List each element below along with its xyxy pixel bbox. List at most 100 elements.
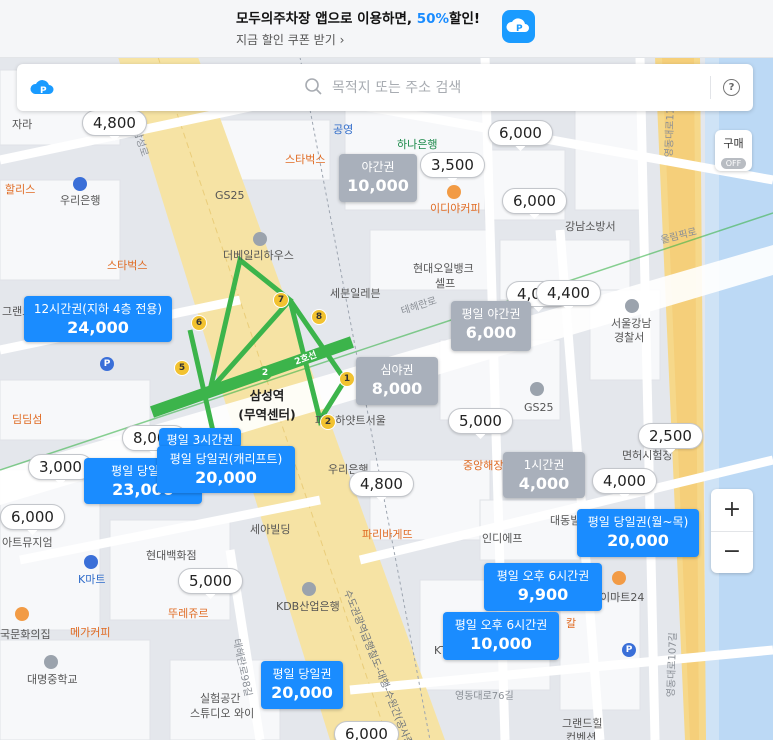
station-name-line2: (무역센터) bbox=[238, 407, 296, 422]
road-yeongdong-76gil: 영동대로76길 bbox=[455, 691, 514, 702]
poi-culture-house[interactable]: 국문화의집 bbox=[0, 626, 51, 642]
poi-ediya[interactable]: 이디야커피 bbox=[430, 200, 481, 216]
poi-sea-building[interactable]: 세아빌딩 bbox=[250, 521, 290, 537]
promo-title-suffix: 할인! bbox=[449, 11, 481, 27]
ticket-card[interactable]: 평일 3시간권 bbox=[159, 428, 241, 448]
poi-gs25-2[interactable]: GS25 bbox=[524, 401, 554, 414]
poi-studio-y: 스튜디오 와이 bbox=[190, 707, 255, 720]
ticket-card[interactable]: 심야권 8,000 bbox=[356, 357, 438, 405]
ticket-price: 24,000 bbox=[67, 318, 129, 337]
line-2-icon: 2 bbox=[258, 366, 272, 380]
poi-experiment-space[interactable]: 실험공간 bbox=[200, 690, 240, 706]
price-pin[interactable]: 5,000 bbox=[448, 408, 513, 434]
ticket-card[interactable]: 평일 오후 6시간권 9,900 bbox=[484, 563, 602, 611]
poi-license-office[interactable]: 면허시험장 bbox=[622, 447, 673, 463]
parking-icon[interactable]: P bbox=[622, 643, 636, 657]
price-pin[interactable]: 4,000 bbox=[592, 468, 657, 494]
ticket-name: 평일 당일권 bbox=[272, 667, 332, 681]
poi-starbucks-1[interactable]: 스타벅스 bbox=[285, 151, 325, 167]
poi-paris-baguette[interactable]: 파리바게뜨 bbox=[362, 526, 413, 542]
app-logo-icon[interactable]: P bbox=[502, 10, 535, 43]
ticket-card[interactable]: 12시간권(지하 4층 전용) 24,000 bbox=[24, 296, 172, 342]
help-icon[interactable]: ? bbox=[723, 79, 740, 96]
mart-icon bbox=[84, 555, 98, 569]
poi-hyundai-department[interactable]: 현대백화점 bbox=[146, 547, 197, 563]
promo-discount: 50% bbox=[416, 11, 450, 27]
zoom-out-button[interactable]: − bbox=[711, 531, 753, 573]
station-name[interactable]: 삼성역 (무역센터) bbox=[232, 385, 302, 423]
ticket-card[interactable]: 야간권 10,000 bbox=[339, 154, 417, 202]
poi-the-bailey-house[interactable]: 더베일리하우스 bbox=[223, 247, 294, 263]
ticket-name: 평일 야간권 bbox=[461, 307, 521, 321]
poi-kdb-bank[interactable]: KDB산업은행 bbox=[276, 598, 340, 614]
price-pin[interactable]: 4,800 bbox=[349, 471, 414, 497]
poi-hollys[interactable]: 할리스 bbox=[5, 181, 35, 197]
ticket-name: 평일 당일권(월~목) bbox=[587, 515, 689, 529]
search-divider bbox=[710, 76, 711, 99]
poi-knife[interactable]: 칼 bbox=[566, 615, 576, 631]
parking-icon[interactable]: P bbox=[100, 357, 114, 371]
buy-toggle[interactable]: 구매 OFF bbox=[715, 130, 752, 171]
price-pin[interactable]: 4,800 bbox=[82, 110, 147, 136]
poi-zara[interactable]: 자라 bbox=[12, 116, 32, 132]
search-bar[interactable]: P 목적지 또는 주소 검색 ? bbox=[17, 64, 753, 111]
exit-2-icon[interactable]: 2 bbox=[320, 414, 336, 430]
poi-seven-eleven[interactable]: 세븐일레븐 bbox=[330, 285, 381, 301]
ticket-name: 평일 오후 6시간권 bbox=[454, 618, 548, 632]
exit-5-icon[interactable]: 5 bbox=[174, 360, 190, 376]
price-pin[interactable]: 4,400 bbox=[536, 280, 601, 306]
poi-indief[interactable]: 인디에프 bbox=[482, 530, 522, 546]
ticket-card[interactable]: 평일 야간권 6,000 bbox=[451, 301, 531, 351]
ticket-name: 1시간권 bbox=[523, 458, 565, 472]
promo-coupon-link[interactable]: 지금 할인 쿠폰 받기 › bbox=[236, 31, 344, 48]
price-pin[interactable]: 6,000 bbox=[0, 504, 65, 530]
poi-woori-bank-1[interactable]: 우리은행 bbox=[60, 192, 100, 208]
ticket-name: 심야권 bbox=[380, 363, 414, 377]
poi-dimdimsum[interactable]: 딤딤섬 bbox=[12, 411, 42, 427]
poi-daemyung-middle-school[interactable]: 대명중학교 bbox=[27, 671, 78, 687]
ticket-card[interactable]: 평일 당일권(월~목) 20,000 bbox=[577, 509, 699, 557]
parking-map[interactable]: 2 2호선 삼성역 (무역센터) 1 2 5 6 7 8 자라 공영 하나은행 … bbox=[0, 57, 773, 740]
price-pin[interactable]: 6,000 bbox=[334, 721, 399, 740]
poi-art-museum[interactable]: 아트뮤지엄 bbox=[2, 534, 53, 550]
price-pin[interactable]: 2,500 bbox=[638, 423, 703, 449]
poi-hyundai-oilbank[interactable]: 현대오일뱅크 bbox=[413, 260, 474, 276]
promo-banner[interactable]: 모두의주차장 앱으로 이용하면, 50%할인! 지금 할인 쿠폰 받기 › P bbox=[0, 0, 773, 58]
ticket-card[interactable]: 평일 오후 6시간권 10,000 bbox=[443, 612, 559, 660]
poi-mega-coffee[interactable]: 메가커피 bbox=[70, 624, 110, 640]
poi-emart24[interactable]: 이마트24 bbox=[600, 589, 644, 605]
ticket-card[interactable]: 평일 당일권(캐리프트) 20,000 bbox=[157, 446, 295, 493]
poi-public-parking[interactable]: 공영 bbox=[333, 121, 353, 137]
poi-fire-station[interactable]: 강남소방서 bbox=[565, 218, 616, 234]
poi-tous-les-jours[interactable]: 뚜레쥬르 bbox=[168, 605, 208, 621]
poi-gs25-1[interactable]: GS25 bbox=[215, 189, 245, 202]
price-pin[interactable]: 3,500 bbox=[420, 152, 485, 178]
ticket-card[interactable]: 평일 당일권 20,000 bbox=[261, 661, 343, 709]
exit-8-icon[interactable]: 8 bbox=[311, 309, 327, 325]
poi-hana-bank[interactable]: 하나은행 bbox=[397, 136, 437, 152]
price-pin[interactable]: 6,000 bbox=[488, 120, 553, 146]
poi-starbucks-2[interactable]: 스타벅스 bbox=[107, 257, 147, 273]
exit-1-icon[interactable]: 1 bbox=[339, 371, 355, 387]
search-input[interactable]: 목적지 또는 주소 검색 bbox=[332, 77, 461, 97]
poi-convention: 컨벤션 bbox=[566, 731, 597, 740]
exit-6-icon[interactable]: 6 bbox=[191, 315, 207, 331]
school-icon bbox=[44, 655, 58, 669]
ticket-card[interactable]: 1시간권 4,000 bbox=[503, 452, 585, 498]
cafe-icon bbox=[447, 185, 461, 199]
station-name-line1: 삼성역 bbox=[249, 388, 285, 403]
search-icon[interactable] bbox=[304, 77, 324, 97]
promo-title-prefix: 모두의주차장 앱으로 이용하면, bbox=[236, 11, 417, 27]
store-icon bbox=[530, 382, 544, 396]
buy-toggle-state: OFF bbox=[720, 158, 747, 169]
exit-7-icon[interactable]: 7 bbox=[273, 292, 289, 308]
culture-icon bbox=[15, 607, 29, 621]
poi-kmart[interactable]: K마트 bbox=[78, 571, 105, 587]
price-pin[interactable]: 5,000 bbox=[178, 568, 243, 594]
zoom-in-button[interactable]: + bbox=[711, 489, 753, 532]
price-pin[interactable]: 6,000 bbox=[502, 188, 567, 214]
svg-text:P: P bbox=[40, 86, 47, 96]
poi-jungang-haejang[interactable]: 중앙해장 bbox=[463, 457, 503, 473]
app-logo-icon[interactable]: P bbox=[29, 76, 57, 98]
bank-icon bbox=[73, 177, 87, 191]
